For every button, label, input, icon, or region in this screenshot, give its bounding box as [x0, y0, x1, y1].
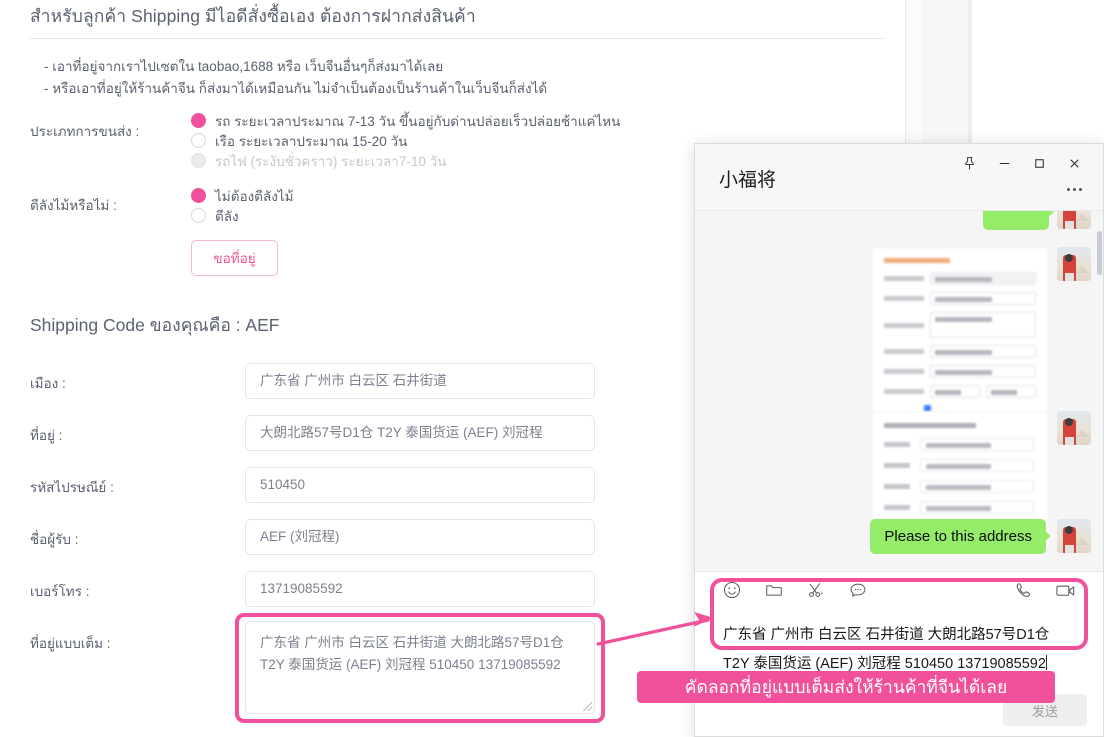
radio-label-train: รถไฟ (ระงับชั่วคราว) ระยะเวลา7-10 วัน [215, 153, 447, 169]
chat-toolbar-left [722, 580, 868, 600]
info-bullet-2: - หรือเอาที่อยู่ให้ร้านค้าจีน ก็ส่งมาได้… [44, 81, 548, 96]
radio-option-truck[interactable]: รถ ระยะเวลาประมาณ 7-13 วัน ขึ้นอยู่กับด่… [191, 111, 620, 130]
label-crate: ตีลังไม้หรือไม่ : [30, 198, 117, 213]
label-full-address: ที่อยู่แบบเต็ม : [30, 636, 111, 651]
chat-contact-name: 小福将 [719, 170, 777, 191]
avatar [1057, 519, 1091, 553]
input-postcode[interactable]: 510450 [245, 467, 595, 503]
avatar [1057, 211, 1091, 229]
avatar [1057, 411, 1091, 445]
label-address: ที่อยู่ : [30, 428, 63, 443]
close-icon[interactable] [1058, 150, 1091, 176]
radio-group-crate[interactable]: ไม่ต้องตีลังไม้ ตีลัง [191, 186, 293, 226]
video-icon[interactable] [1054, 580, 1077, 601]
title-divider [30, 38, 886, 39]
more-options-icon[interactable] [1061, 180, 1087, 198]
radio-icon-ship[interactable] [191, 133, 206, 148]
resize-grip-icon[interactable] [583, 702, 592, 711]
chat-toolbar-right [1013, 580, 1077, 601]
chat-message-list[interactable]: Please to this address [695, 211, 1103, 571]
label-phone: เบอร์โทร : [30, 584, 90, 599]
chat-bubble-outgoing[interactable]: Please to this address [870, 519, 1051, 554]
radio-icon-truck[interactable] [191, 113, 206, 128]
label-recipient: ชื่อผู้รับ : [30, 532, 79, 547]
avatar [1057, 247, 1091, 281]
label-postcode: รหัสไปรษณีย์ : [30, 480, 114, 495]
text-caret [1045, 655, 1047, 670]
radio-label-no-crate: ไม่ต้องตีลังไม้ [215, 188, 294, 204]
label-shipping-type: ประเภทการขนส่ง : [30, 124, 140, 139]
radio-option-ship[interactable]: เรือ ระยะเวลาประมาณ 15-20 วัน [191, 131, 620, 150]
chat-bubble-icon[interactable] [848, 580, 868, 600]
radio-icon-crate[interactable] [191, 208, 206, 223]
radio-label-truck: รถ ระยะเวลาประมาณ 7-13 วัน ขึ้นอยู่กับด่… [215, 113, 621, 129]
chat-scrollbar-thumb[interactable] [1097, 231, 1102, 275]
emoji-icon[interactable] [722, 580, 742, 600]
radio-icon-no-crate[interactable] [191, 188, 206, 203]
radio-label-ship: เรือ ระยะเวลาประมาณ 15-20 วัน [215, 133, 408, 149]
page-title: สำหรับลูกค้า Shipping มีไอดีสั่งซื้อเอง … [30, 6, 476, 26]
scissors-icon[interactable] [806, 580, 826, 600]
phone-icon[interactable] [1013, 580, 1034, 601]
chat-window: 小福将 Please to this address 广东省 广州市 白云区 石… [694, 143, 1104, 737]
folder-icon[interactable] [764, 580, 784, 600]
window-controls [953, 150, 1091, 176]
label-city: เมือง : [30, 376, 66, 391]
radio-option-train: รถไฟ (ระงับชั่วคราว) ระยะเวลา7-10 วัน [191, 151, 620, 170]
info-bullet-1: - เอาที่อยู่จากเราไปเซตใน taobao,1688 หร… [44, 59, 444, 74]
textarea-full-address[interactable] [245, 621, 595, 714]
radio-option-no-crate[interactable]: ไม่ต้องตีลังไม้ [191, 186, 293, 205]
input-phone[interactable]: 13719085592 [245, 571, 595, 607]
pin-icon[interactable] [953, 150, 986, 176]
chat-footer: 发送 [695, 694, 1103, 736]
radio-label-crate: ตีลัง [215, 208, 239, 224]
message-row-image-1[interactable] [871, 247, 1091, 438]
maximize-icon[interactable] [1023, 150, 1056, 176]
request-address-button[interactable]: ขอที่อยู่ [191, 240, 278, 276]
message-row-partial [983, 211, 1091, 230]
radio-option-crate[interactable]: ตีลัง [191, 206, 293, 225]
address-form-screenshot [878, 258, 1042, 427]
input-recipient[interactable]: AEF (刘冠程) [245, 519, 595, 555]
full-address-container[interactable] [245, 621, 595, 714]
screen: สำหรับลูกค้า Shipping มีไอดีสั่งซื้อเอง … [0, 0, 1104, 737]
shipping-code-title: Shipping Code ของคุณคือ : AEF [30, 315, 280, 335]
radio-icon-train [191, 153, 206, 168]
radio-group-shipping-type[interactable]: รถ ระยะเวลาประมาณ 7-13 วัน ขึ้นอยู่กับด่… [191, 111, 620, 171]
chat-image-address-form[interactable] [871, 247, 1049, 438]
chat-scrollbar[interactable] [1097, 211, 1103, 571]
minimize-icon[interactable] [988, 150, 1021, 176]
input-city[interactable]: 广东省 广州市 白云区 石井街道 [245, 363, 595, 399]
annotation-banner: คัดลอกที่อยู่แบบเต็มส่งให้ร้านค้าที่จีนไ… [637, 671, 1055, 703]
input-address[interactable]: 大朗北路57号D1仓 T2Y 泰国货运 (AEF) 刘冠程 [245, 415, 595, 451]
chat-bubble-partial [983, 211, 1054, 230]
chat-titlebar: 小福将 [695, 144, 1103, 211]
chat-toolbar [695, 571, 1103, 609]
chat-input-text: 广东省 广州市 白云区 石井街道 大朗北路57号D1仓 T2Y 泰国货运 (AE… [723, 627, 1050, 672]
message-row-text[interactable]: Please to this address [870, 519, 1091, 554]
